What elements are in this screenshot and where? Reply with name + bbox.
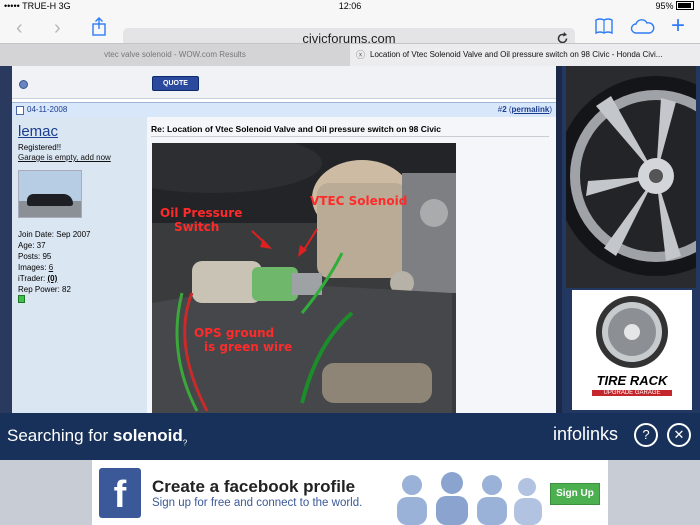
back-icon[interactable]: ‹ [16,18,23,38]
tab-strip: vtec valve solenoid - WOW.com Results ⓧ … [0,43,700,67]
reputation-icon [18,295,25,303]
clock: 12:06 [338,1,362,11]
infolinks-search-text: Searching for solenoid? [7,426,188,448]
post-status-icon [19,80,28,89]
ops-ground-line-2: is green wire [204,340,292,354]
post-count: Posts: 95 [18,252,52,261]
post-number-link[interactable]: 2 [502,105,506,114]
sidebar-ad[interactable]: TIRE RACK UPGRADE GARAGE [562,66,700,413]
tab-title: Location of Vtec Solenoid Valve and Oil … [370,50,663,59]
new-tab-icon[interactable]: + [671,14,685,38]
icloud-tabs-icon[interactable] [630,19,656,35]
bookmarks-icon[interactable] [594,17,614,35]
facebook-icon: f [99,468,141,518]
join-date: Join Date: Sep 2007 [18,230,91,239]
close-tab-icon[interactable]: ⓧ [356,44,365,66]
garage-link[interactable]: Garage is empty, add now [18,153,111,162]
tirerack-subtitle: UPGRADE GARAGE [592,390,672,396]
post-title: Re: Location of Vtec Solenoid Valve and … [151,124,442,134]
people-silhouettes-image [397,472,542,525]
permalink-link[interactable]: permalink [512,105,550,114]
fb-ad-subtitle: Sign up for free and connect to the worl… [152,497,363,509]
page-left-margin [0,66,12,413]
browser-toolbar: ‹ › civicforums.com + [0,13,700,49]
infolinks-logo: infolinks [553,424,619,444]
post-icon [16,106,24,115]
tirerack-wheel-icon [596,296,668,368]
user-age: Age: 37 [18,241,46,250]
facebook-ad[interactable]: f Create a facebook profile Sign up for … [92,460,608,525]
infolinks-bar: Searching for solenoid? infolinks ? ✕ [0,413,700,460]
previous-post-footer: QUOTE [12,66,556,99]
forward-icon[interactable]: › [54,18,61,38]
status-bar: ••••• TRUE-H 3G 12:06 95% [0,0,700,13]
rep-power: Rep Power: 82 [18,285,71,294]
close-icon[interactable]: ✕ [667,423,691,447]
oil-pressure-line-1: Oil Pressure [160,206,242,220]
tirerack-logo: TIRE RACK [596,373,668,388]
user-info-panel: lemac Registered!! Garage is empty, add … [12,117,147,413]
help-icon[interactable]: ? [634,423,658,447]
tirerack-ad[interactable]: TIRE RACK UPGRADE GARAGE [572,290,692,410]
itrader-link[interactable]: (0) [48,274,58,283]
post-date: 04-11-2008 [27,105,68,114]
post-number: #2 (permalink) [497,105,552,114]
fb-ad-title: Create a facebook profile [152,477,356,496]
post-content: Re: Location of Vtec Solenoid Valve and … [147,117,556,413]
username-link[interactable]: lemac [18,123,58,140]
battery-label: 95% [655,1,694,11]
engine-photo[interactable]: Oil Pressure Switch VTEC Solenoid OPS gr… [152,143,456,413]
vtec-label: VTEC Solenoid [310,194,407,208]
itrader-score: iTrader: (0) [18,274,58,283]
images-count: Images: 6 [18,263,54,272]
images-link[interactable]: 6 [49,263,53,272]
wheel-ad-image[interactable] [566,66,696,288]
ops-ground-line-1: OPS ground [194,326,274,340]
user-rank: Registered!! [18,143,62,152]
post-date-bar: 04-11-2008 #2 (permalink) [12,102,556,118]
ops-ground-label: OPS ground is green wire [194,326,292,354]
tab-wow-results[interactable]: vtec valve solenoid - WOW.com Results [0,44,350,66]
oil-pressure-line-2: Switch [174,220,219,234]
share-icon[interactable] [90,17,108,37]
avatar[interactable] [18,170,82,218]
quote-button[interactable]: QUOTE [152,76,199,91]
signup-button[interactable]: Sign Up [550,483,600,505]
tab-civicforums[interactable]: ⓧ Location of Vtec Solenoid Valve and Oi… [350,44,700,66]
